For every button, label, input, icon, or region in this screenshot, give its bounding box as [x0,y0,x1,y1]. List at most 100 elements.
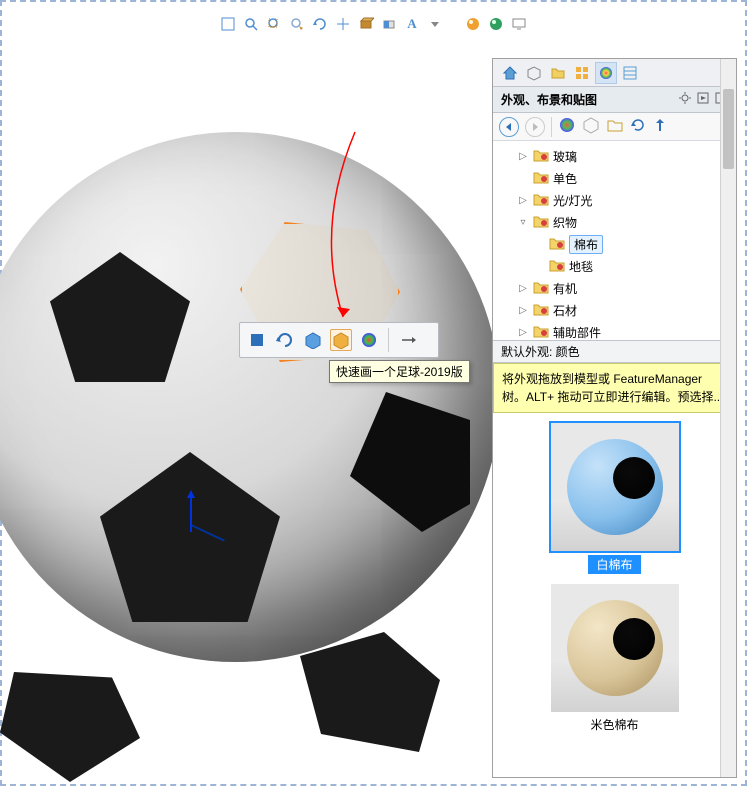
appearance-thumbnail[interactable]: 白棉布 [551,423,679,574]
tree-item[interactable]: ▷ 石材 [497,299,732,321]
ctx-separator [388,328,389,352]
tree-expander-icon[interactable]: ▿ [517,217,529,228]
forward-arrow-icon[interactable] [525,117,545,137]
tab-home[interactable] [499,62,521,84]
tree-item[interactable]: ▷ 辅助部件 [497,321,732,341]
thumbnail-label: 米色棉布 [590,716,638,733]
tree-item[interactable]: ▿ 织物 [497,211,732,233]
tab-view[interactable] [571,62,593,84]
tree-item-label: 单色 [553,170,577,187]
zoom-select-icon[interactable] [287,14,307,34]
back-arrow-icon[interactable] [499,117,519,137]
tree-item[interactable]: ▷ 有机 [497,277,732,299]
folder-icon [533,324,549,341]
preview-sphere [567,600,663,696]
ball-patch-black-2 [100,452,280,622]
rotate-icon[interactable] [310,14,330,34]
tree-item[interactable]: 棉布 [497,233,732,255]
preview-sphere [567,439,663,535]
tree-expander-icon[interactable]: ▷ [517,151,529,162]
appearances-root-icon[interactable] [558,116,576,137]
decals-root-icon[interactable] [606,116,624,137]
status-text: 默认外观: 颜色 [501,343,580,360]
refresh-icon[interactable] [630,117,646,136]
appearance-sphere-1-icon[interactable] [463,14,483,34]
tree-item-label: 辅助部件 [553,324,601,341]
folder-icon [533,148,549,165]
tree-expander-icon[interactable]: ▷ [517,195,529,206]
task-pane: 外观、布景和贴图 ▷玻璃单色▷光/灯光▿织物棉布地毯▷有机▷石材▷辅助部件▷布景… [492,58,737,778]
folder-icon [549,258,565,275]
scrollbar-track[interactable] [720,413,736,777]
panel-header: 外观、布景和贴图 [493,87,736,113]
ball-patch-black-3 [350,392,470,532]
view-normal-icon[interactable] [218,14,238,34]
context-tooltip: 快速画一个足球-2019版 [329,360,470,383]
folder-icon [533,214,549,231]
context-toolbar [239,322,439,358]
tree-item-label: 光/灯光 [553,192,592,209]
ctx-rotate-icon[interactable] [274,329,296,351]
appearance-tree[interactable]: ▷玻璃单色▷光/灯光▿织物棉布地毯▷有机▷石材▷辅助部件▷布景 [493,141,736,341]
dropdown-icon[interactable] [425,14,445,34]
ctx-select-component-icon[interactable] [330,329,352,351]
autoshow-icon[interactable] [696,91,710,108]
monitor-icon[interactable] [509,14,529,34]
viewport-3d[interactable]: 快速画一个足球-2019版 [10,42,490,782]
display-style-icon[interactable] [356,14,376,34]
scenes-root-icon[interactable] [582,116,600,137]
folder-icon [549,236,565,253]
tree-item-label: 棉布 [569,235,603,254]
tree-item-label: 有机 [553,280,577,297]
ball-patch-black-1 [50,252,190,382]
tab-folder[interactable] [547,62,569,84]
appearance-thumbnails[interactable]: 白棉布米色棉布 [493,413,736,777]
panel-toolbar [493,113,736,141]
tree-item-label: 地毯 [569,258,593,275]
tree-item-label: 织物 [553,214,577,231]
folder-icon [533,280,549,297]
thumbnail-preview [551,423,679,551]
appearance-thumbnail[interactable]: 米色棉布 [551,584,679,733]
panel-title: 外观、布景和贴图 [501,91,597,108]
zoom-area-icon[interactable] [264,14,284,34]
ctx-select-face-icon[interactable] [246,329,268,351]
tree-expander-icon[interactable]: ▷ [517,305,529,316]
help-line-2: 树。ALT+ 拖动可立即进行编辑。预选择... [502,388,727,406]
folder-icon [533,170,549,187]
folder-icon [533,192,549,209]
ctx-pin-icon[interactable] [397,329,419,351]
tab-properties[interactable] [619,62,641,84]
tree-item[interactable]: 单色 [497,167,732,189]
pan-icon[interactable] [333,14,353,34]
tab-resources[interactable] [523,62,545,84]
appearance-sphere-2-icon[interactable] [486,14,506,34]
annotation-arrow [295,127,375,330]
tree-item-label: 石材 [553,302,577,319]
help-tip-box: 将外观拖放到模型或 FeatureManager 树。ALT+ 拖动可立即进行编… [493,363,736,413]
tree-item[interactable]: ▷玻璃 [497,145,732,167]
ctx-select-body-icon[interactable] [302,329,324,351]
help-line-1: 将外观拖放到模型或 FeatureManager [502,370,727,388]
zoom-fit-icon[interactable] [241,14,261,34]
task-pane-tabs [493,59,736,87]
section-view-icon[interactable] [379,14,399,34]
thumbnail-label: 白棉布 [588,555,640,574]
view-toolbar: A [2,10,745,38]
up-arrow-icon[interactable] [652,117,668,136]
soccer-ball-model[interactable] [0,132,500,662]
app-frame: A [0,0,747,786]
folder-icon [533,302,549,319]
tree-expander-icon[interactable]: ▷ [517,327,529,338]
toolbar-sep [551,117,552,137]
tree-item[interactable]: 地毯 [497,255,732,277]
ball-patch-black-5 [0,672,140,782]
ball-patch-black-4 [300,632,440,752]
gear-icon[interactable] [678,91,692,108]
ctx-appearance-icon[interactable] [358,329,380,351]
annotation-a-icon[interactable]: A [402,14,422,34]
thumbnail-preview [551,584,679,712]
tree-item[interactable]: ▷ 光/灯光 [497,189,732,211]
tree-expander-icon[interactable]: ▷ [517,283,529,294]
tab-appearance[interactable] [595,62,617,84]
